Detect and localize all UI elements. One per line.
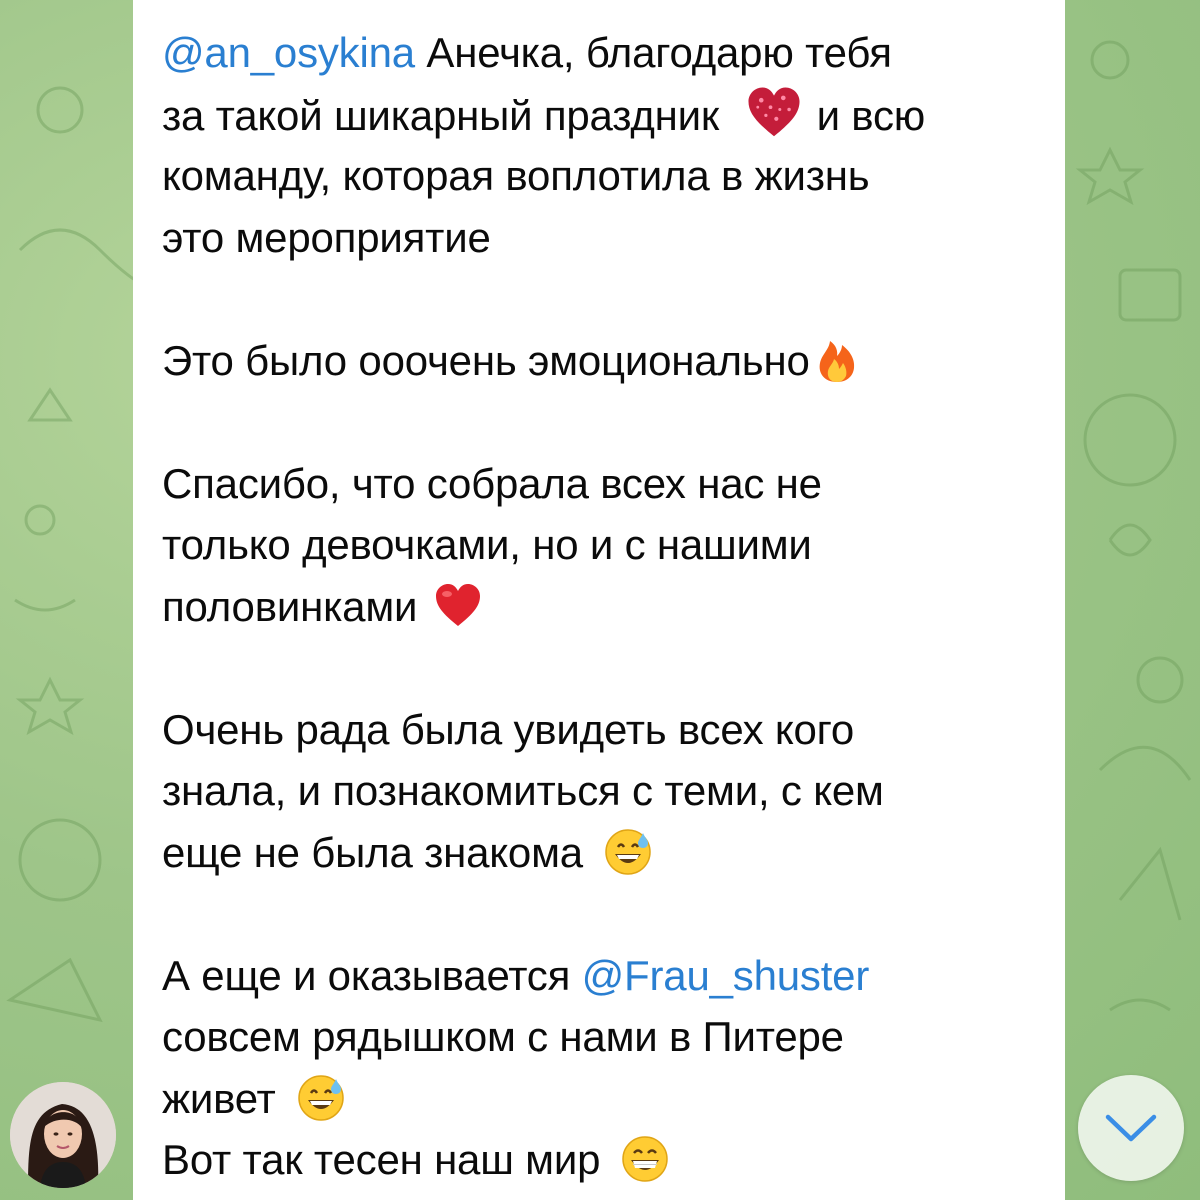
message-line-text: еще не была знакома: [162, 828, 583, 876]
message-line-text: Вот так тесен наш мир: [162, 1136, 601, 1183]
red-heart-icon: [436, 583, 481, 626]
grinning-sweat-icon: [297, 1074, 344, 1121]
message-line-text: половинками: [162, 582, 418, 630]
message-line-text: и всю: [816, 91, 926, 139]
message-line: знала, и познакомиться с теми, с кем: [162, 767, 884, 814]
fire-icon: [819, 340, 854, 382]
message-line: Очень рада была увидеть всех кого: [162, 705, 855, 753]
beaming-grin-icon: [622, 1136, 669, 1182]
mention-link[interactable]: @an_osykina: [162, 29, 415, 76]
grinning-sweat-icon: [605, 828, 651, 875]
scroll-down-button[interactable]: [1078, 1075, 1184, 1181]
message-line-text: Анечка, благодарю тебя: [414, 29, 892, 76]
message-text: @an_osykina Анечка, благодарю тебя за та…: [162, 22, 1052, 1191]
mention-link[interactable]: @Frau_shuster: [582, 952, 870, 999]
sparkling-heart-icon: [748, 86, 800, 136]
message-line: @an_osykina Анечка, благодарю тебя: [162, 22, 1052, 84]
message-line: еще не была знакома: [162, 822, 1052, 884]
user-avatar-icon: [10, 1082, 116, 1188]
chevron-down-icon: [1105, 1114, 1157, 1142]
message-line: Спасибо, что собрала всех нас не: [162, 459, 822, 507]
avatar[interactable]: [10, 1082, 116, 1188]
message-line: совсем рядышком с нами в Питере: [162, 1013, 844, 1060]
message-line-text: А еще и оказывается: [162, 951, 582, 999]
message-line-text: за такой шикарный праздник: [162, 91, 720, 139]
message-line: за такой шикарный праздник и всю: [162, 84, 1052, 146]
message-line: живет: [162, 1068, 1052, 1130]
message-line: команду, которая воплотила в жизнь: [162, 152, 870, 199]
message-line-text: Это было ооочень эмоционально: [162, 336, 810, 384]
message-line: Это было ооочень эмоционально: [162, 330, 1052, 392]
message-line: это мероприятие: [162, 213, 491, 261]
message-line: половинками: [162, 576, 1052, 638]
message-line: А еще и оказывается @Frau_shuster: [162, 945, 1052, 1007]
message-line: только девочками, но и с нашими: [162, 521, 812, 568]
message-line-text: живет: [162, 1074, 276, 1122]
message-line: Вот так тесен наш мир: [162, 1129, 1052, 1191]
